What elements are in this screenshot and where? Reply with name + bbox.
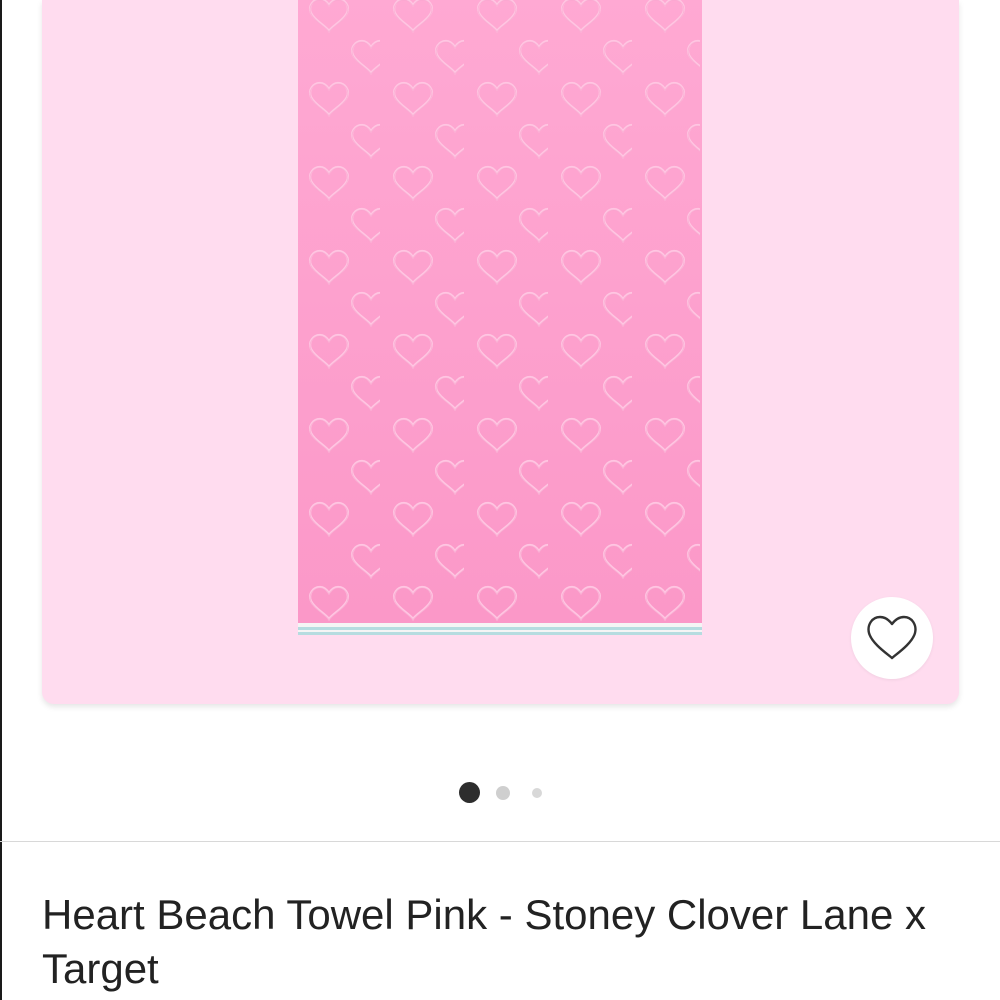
screen-edge <box>0 0 2 1000</box>
heart-outline-icon <box>867 615 917 660</box>
product-page: Heart Beach Towel Pink - Stoney Clover L… <box>0 0 1000 1000</box>
product-image[interactable] <box>298 0 702 636</box>
pagination-dot-2[interactable] <box>495 785 510 800</box>
product-title: Heart Beach Towel Pink - Stoney Clover L… <box>42 891 927 992</box>
product-image-card[interactable] <box>42 0 959 704</box>
section-divider <box>0 841 1000 842</box>
image-pagination <box>0 782 1000 803</box>
favorite-button[interactable] <box>851 597 933 679</box>
pagination-dot-1[interactable] <box>458 782 480 803</box>
pagination-dot-3[interactable] <box>531 787 542 798</box>
